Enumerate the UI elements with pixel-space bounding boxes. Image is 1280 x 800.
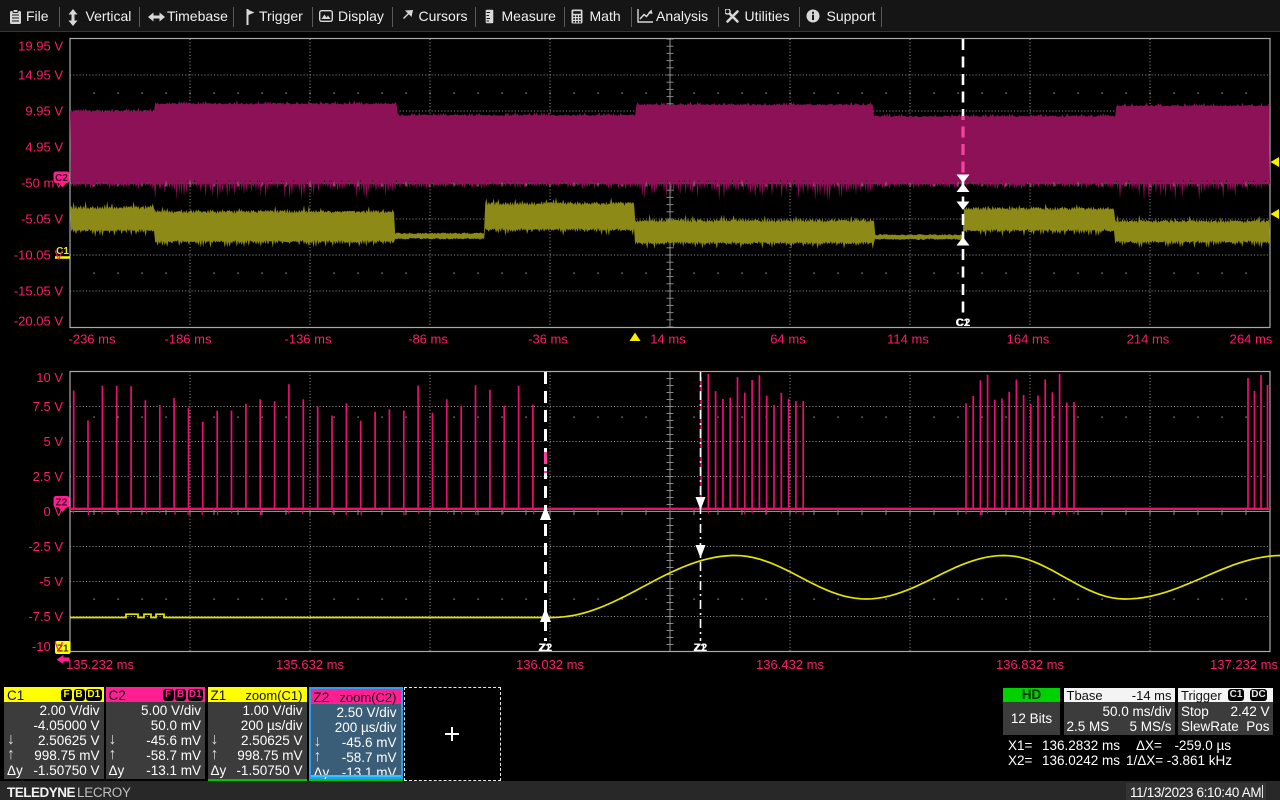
svg-text:135.632 ms: 135.632 ms: [276, 657, 344, 672]
svg-text:14.95 V: 14.95 V: [18, 68, 63, 83]
svg-text:114 ms: 114 ms: [887, 332, 929, 347]
svg-text:136.032 ms: 136.032 ms: [516, 657, 584, 672]
svg-text:135.232 ms: 135.232 ms: [66, 657, 134, 672]
svg-text:-36 ms: -36 ms: [528, 332, 568, 347]
svg-text:264 ms: 264 ms: [1230, 332, 1273, 347]
svg-text:-2.5 V: -2.5 V: [28, 539, 63, 554]
svg-text:Z2: Z2: [539, 642, 552, 654]
svg-text:14 ms: 14 ms: [650, 332, 686, 347]
svg-text:-10.05 V: -10.05 V: [14, 248, 63, 263]
svg-text:-15.05 V: -15.05 V: [14, 284, 63, 299]
svg-text:136.832 ms: 136.832 ms: [996, 657, 1064, 672]
svg-text:2.5 V: 2.5 V: [33, 469, 64, 484]
svg-text:-86 ms: -86 ms: [408, 332, 448, 347]
svg-text:-7.5 V: -7.5 V: [28, 609, 63, 624]
svg-text:0 V: 0 V: [43, 504, 63, 519]
svg-text:5 V: 5 V: [43, 434, 63, 449]
svg-text:-20.05 V: -20.05 V: [14, 314, 63, 329]
svg-text:9.95 V: 9.95 V: [25, 104, 63, 119]
svg-text:-10 V: -10 V: [32, 639, 63, 654]
svg-text:C2: C2: [956, 317, 970, 329]
svg-text:-5 V: -5 V: [39, 574, 63, 589]
svg-text:64 ms: 64 ms: [770, 332, 806, 347]
svg-text:164 ms: 164 ms: [1007, 332, 1050, 347]
svg-text:4.95 V: 4.95 V: [25, 140, 63, 155]
svg-text:19.95 V: 19.95 V: [18, 39, 63, 54]
svg-text:Z2: Z2: [694, 642, 707, 654]
svg-text:-5.05 V: -5.05 V: [21, 212, 63, 227]
svg-text:7.5 V: 7.5 V: [33, 399, 64, 414]
svg-text:214 ms: 214 ms: [1127, 332, 1170, 347]
svg-text:10 V: 10 V: [36, 370, 63, 385]
svg-text:137.232 ms: 137.232 ms: [1210, 657, 1278, 672]
svg-text:-186 ms: -186 ms: [165, 332, 212, 347]
svg-text:-50 mV: -50 mV: [21, 176, 63, 191]
svg-text:-236 ms: -236 ms: [69, 332, 116, 347]
svg-text:-136 ms: -136 ms: [285, 332, 332, 347]
svg-text:136.432 ms: 136.432 ms: [756, 657, 824, 672]
